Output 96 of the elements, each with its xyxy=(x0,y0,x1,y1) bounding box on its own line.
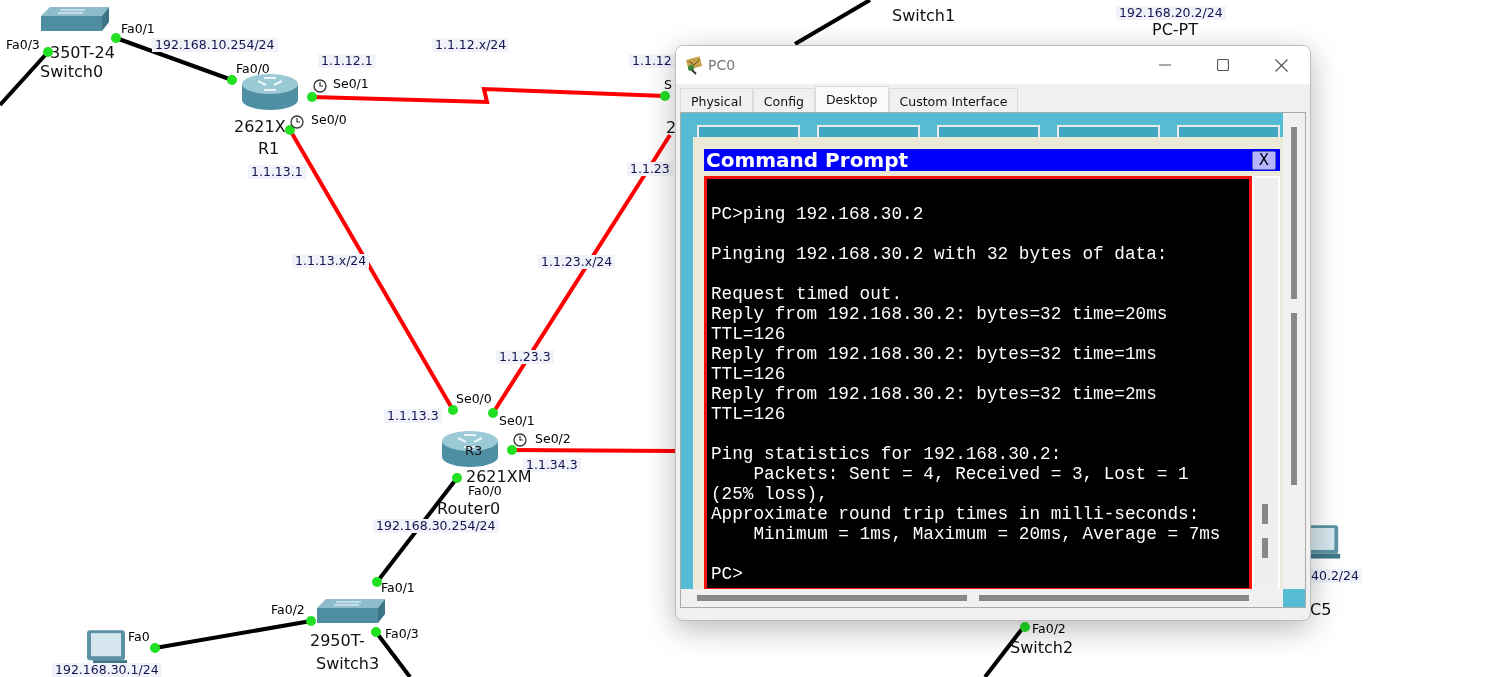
device-label: C5 xyxy=(1310,601,1332,620)
port-dot xyxy=(285,125,295,135)
address-label: 192.168.20.2/24 xyxy=(1116,6,1226,21)
port-dot xyxy=(448,405,458,415)
address-label: 40.2/24 xyxy=(1308,569,1362,584)
desktop-app-icon[interactable] xyxy=(1177,125,1280,137)
address-label: 1.1.12.1 xyxy=(318,54,376,69)
port-label: Fa0 xyxy=(128,630,150,645)
device-label: Switch0 xyxy=(40,63,104,82)
port-label: Se0/1 xyxy=(333,77,369,92)
address-label: 1.1.23.x/24 xyxy=(538,255,616,270)
port-dot xyxy=(488,408,498,418)
clock-icon xyxy=(290,115,304,129)
terminal-line: PC> xyxy=(711,564,744,584)
address-label: 1.1.13.x/24 xyxy=(292,254,370,269)
device-label: 2950T- xyxy=(310,632,365,651)
terminal-line: Reply from 192.168.30.2: bytes=32 time=20ms xyxy=(711,304,1169,324)
terminal-line: Approximate round trip times in milli-seconds: xyxy=(711,504,1201,524)
address-label: 1.1.13.3 xyxy=(384,409,442,424)
terminal[interactable] xyxy=(704,176,1252,589)
port-label: Fa0/2 xyxy=(1032,622,1066,637)
tab[interactable]: Physical xyxy=(680,88,753,112)
terminal-line: Ping statistics for 192.168.30.2: xyxy=(711,444,1063,464)
port-dot xyxy=(660,91,670,101)
address-label: 1.1.23 xyxy=(627,162,673,177)
port-dot xyxy=(371,627,381,637)
address-label: 192.168.30.1/24 xyxy=(52,663,162,677)
close-button[interactable]: X xyxy=(1251,150,1276,170)
port-dot xyxy=(452,473,462,483)
port-label: Fa0/3 xyxy=(385,627,419,642)
device-label: Router0 xyxy=(437,500,501,519)
device-label: PC-PT xyxy=(1152,21,1198,40)
clock-icon xyxy=(313,79,327,93)
terminal-line: PC>ping 192.168.30.2 xyxy=(711,204,925,224)
port-dot xyxy=(227,75,237,85)
port-label: Se0/1 xyxy=(499,414,535,429)
port-dot xyxy=(507,445,517,455)
port-label: Fa0/1 xyxy=(381,581,415,596)
device-label: R1 xyxy=(258,140,280,159)
port-label: S xyxy=(664,78,672,93)
tab[interactable]: Config xyxy=(752,88,815,112)
terminal-line: (25% loss), xyxy=(711,484,829,504)
resize-corner xyxy=(1283,589,1305,607)
terminal-line: TTL=126 xyxy=(711,364,787,384)
router-icon xyxy=(440,428,500,470)
address-label: 192.168.10.254/24 xyxy=(152,38,278,53)
pc-config-icon xyxy=(684,55,704,75)
address-label: 1.1.23.3 xyxy=(496,350,554,365)
address-label: 1.1.13.1 xyxy=(248,165,306,180)
port-label: Se0/2 xyxy=(535,432,571,447)
address-label: 1.1.12.x/24 xyxy=(432,38,510,53)
device-label: Switch3 xyxy=(316,655,380,674)
port-dot xyxy=(307,92,317,102)
address-label: 192.168.30.254/24 xyxy=(373,519,499,534)
port-dot xyxy=(150,643,160,653)
device-label: 350T-24 xyxy=(50,44,115,63)
desktop-app-icon[interactable] xyxy=(1057,125,1160,137)
terminal-line: Reply from 192.168.30.2: bytes=32 time=1ms xyxy=(711,344,1158,364)
device-label: Switch1 xyxy=(892,7,956,26)
port-dot xyxy=(1020,622,1030,632)
desktop-app-icon[interactable] xyxy=(697,125,800,137)
terminal-line: TTL=126 xyxy=(711,404,787,424)
terminal-line: Packets: Sent = 4, Received = 3, Lost = 1 xyxy=(752,464,1190,484)
window-title: PC0 xyxy=(708,55,736,75)
clock-icon xyxy=(513,433,527,447)
panel-title: Command Prompt xyxy=(706,150,909,170)
port-dot xyxy=(111,33,121,43)
desktop-app-icon[interactable] xyxy=(817,125,920,137)
close-icon xyxy=(1274,58,1288,72)
device-label: 2 xyxy=(666,119,677,138)
terminal-line: Request timed out. xyxy=(711,284,904,304)
port-label: Fa0/3 xyxy=(6,38,40,53)
terminal-line: TTL=126 xyxy=(711,324,787,344)
maximize-icon xyxy=(1217,59,1229,71)
device-label: 2621X xyxy=(234,118,286,137)
port-label: Se0/0 xyxy=(456,392,492,407)
port-label: Fa0/0 xyxy=(468,484,502,499)
address-label: 1.1.12 xyxy=(629,54,675,69)
port-label: Fa0/1 xyxy=(121,22,155,37)
device-label: Switch2 xyxy=(1010,639,1074,658)
port-label: Fa0/0 xyxy=(236,62,270,77)
switch-icon xyxy=(316,598,386,624)
tab[interactable]: Desktop xyxy=(814,86,889,112)
port-label: Fa0/2 xyxy=(271,603,305,618)
desktop-app-icon[interactable] xyxy=(937,125,1040,137)
terminal-line: Minimum = 1ms, Maximum = 20ms, Average = 7ms xyxy=(752,524,1222,544)
port-label: Se0/0 xyxy=(311,113,347,128)
scrollbar[interactable] xyxy=(1252,176,1280,589)
port-dot xyxy=(306,616,316,626)
switch-icon xyxy=(40,6,110,32)
port-dot xyxy=(372,577,382,587)
terminal-line: Pinging 192.168.30.2 with 32 bytes of data: xyxy=(711,244,1169,264)
port-dot xyxy=(43,47,53,57)
terminal-line: Reply from 192.168.30.2: bytes=32 time=2ms xyxy=(711,384,1158,404)
tab[interactable]: Custom Interface xyxy=(888,88,1019,112)
minimize-icon xyxy=(1159,64,1171,66)
